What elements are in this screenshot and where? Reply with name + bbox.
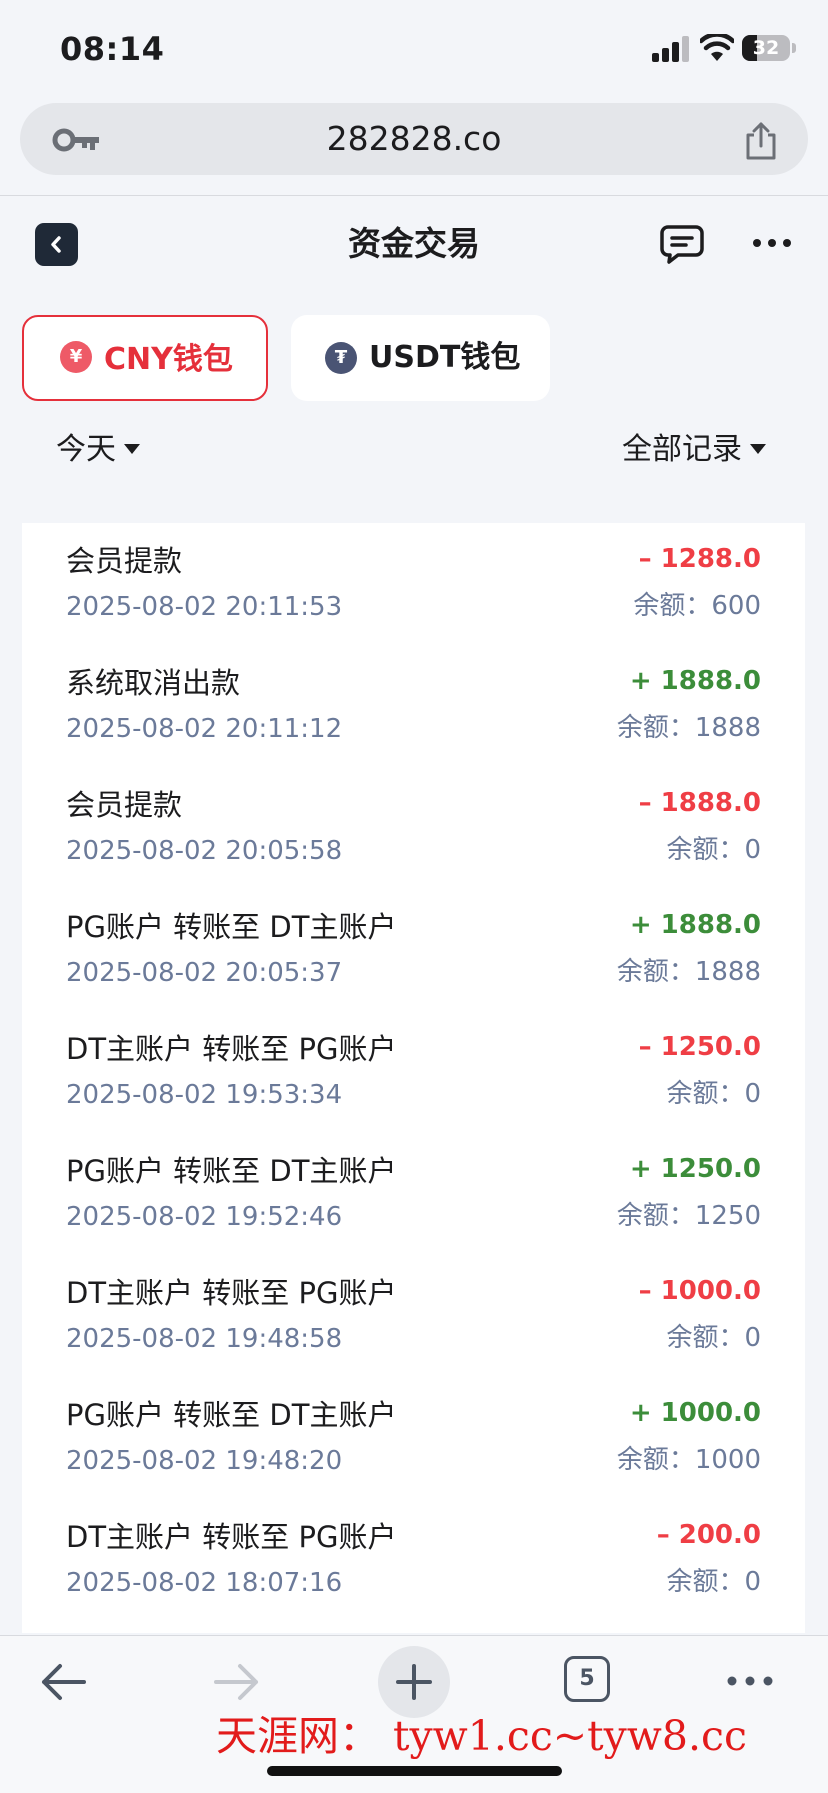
transaction-row[interactable]: 系统取消出款 2025-08-02 20:11:12 + 1888.0 余额：1888 [22,645,805,767]
transaction-row[interactable]: PG账户 转账至 DT主账户 2025-08-02 19:48:20 + 1000.… [22,1377,805,1499]
forward-arrow-icon[interactable] [212,1660,262,1704]
transaction-balance: 余额：600 [633,591,761,621]
transaction-balance: 余额：0 [666,1567,761,1597]
battery-cap [792,43,796,53]
transaction-row[interactable]: DT主账户 转账至 PG账户 2025-08-02 19:53:34 – 1250.… [22,1011,805,1133]
tab-cny-label: CNY钱包 [104,342,233,377]
cellular-signal-icon [652,36,689,62]
tab-cny-wallet[interactable]: ¥ CNY钱包 [22,315,268,401]
tab-usdt-label: USDT钱包 [369,340,521,375]
transaction-amount: – 1888.0 [638,788,761,818]
transaction-balance: 余额：1000 [616,1445,761,1475]
caret-down-icon [750,443,766,454]
transaction-datetime: 2025-08-02 18:07:16 [66,1568,343,1598]
record-type-filter-label: 全部记录 [622,432,742,467]
transaction-amount: – 1000.0 [638,1276,761,1306]
transaction-row[interactable]: 会员提款 2025-08-02 20:05:58 – 1888.0 余额：0 [22,767,805,889]
transaction-balance: 余额：0 [666,1079,761,1109]
transaction-amount: – 1288.0 [638,544,761,574]
transaction-datetime: 2025-08-02 19:52:46 [66,1202,343,1232]
back-arrow-icon[interactable] [38,1660,88,1704]
address-bar[interactable]: 282828.co [20,103,808,175]
wifi-icon [700,34,734,61]
transaction-balance: 余额：1888 [616,957,761,987]
watermark-text: 天涯网： tyw1.cc~tyw8.cc [216,1712,747,1760]
more-options-icon[interactable] [752,236,792,250]
yuan-coin-icon: ¥ [60,341,92,373]
transaction-amount: + 1000.0 [629,1398,761,1428]
transaction-title: PG账户 转账至 DT主账户 [66,1398,397,1432]
transaction-row[interactable]: DT主账户 转账至 PG账户 2025-08-02 19:48:58 – 1000.… [22,1255,805,1377]
transaction-datetime: 2025-08-02 19:48:20 [66,1446,343,1476]
transaction-title: DT主账户 转账至 PG账户 [66,1520,397,1554]
tabs-count-button[interactable]: 5 [564,1656,610,1702]
chat-icon[interactable] [660,224,704,264]
transaction-datetime: 2025-08-02 20:05:58 [66,836,343,866]
home-indicator [267,1766,562,1776]
transaction-amount: + 1888.0 [629,666,761,696]
transaction-list[interactable]: 会员提款 2025-08-02 20:11:53 – 1288.0 余额：600 系统取… [22,523,805,1633]
transaction-row[interactable]: PG账户 转账至 DT主账户 2025-08-02 20:05:37 + 1888.… [22,889,805,1011]
more-menu-icon[interactable] [726,1674,774,1688]
battery-level: 32 [752,37,780,59]
transaction-title: 会员提款 [66,544,183,578]
toolbar-divider [0,195,828,196]
transaction-amount: + 1888.0 [629,910,761,940]
transaction-title: DT主账户 转账至 PG账户 [66,1276,397,1310]
transaction-datetime: 2025-08-02 20:11:53 [66,592,343,622]
transaction-datetime: 2025-08-02 19:53:34 [66,1080,343,1110]
status-time: 08:14 [60,30,165,68]
tether-coin-icon: ₮ [325,342,357,374]
transaction-balance: 余额：0 [666,1323,761,1353]
transaction-row[interactable]: 会员提款 2025-08-02 20:11:53 – 1288.0 余额：600 [22,523,805,645]
transaction-amount: – 1250.0 [638,1032,761,1062]
transaction-balance: 余额：1888 [616,713,761,743]
date-filter-dropdown[interactable]: 今天 [56,428,140,472]
plus-icon [396,1664,432,1700]
battery-icon: 32 [742,35,790,61]
tab-usdt-wallet[interactable]: ₮ USDT钱包 [291,315,550,401]
transaction-title: 系统取消出款 [66,666,241,700]
transaction-row[interactable]: DT主账户 转账至 PG账户 2025-08-02 18:07:16 – 200.0… [22,1499,805,1621]
transaction-balance: 余额：0 [666,835,761,865]
caret-down-icon [124,443,140,454]
transaction-datetime: 2025-08-02 20:05:37 [66,958,343,988]
key-icon[interactable] [52,127,102,153]
transaction-row[interactable]: PG账户 转账至 DT主账户 2025-08-02 19:52:46 + 1250.… [22,1133,805,1255]
transaction-amount: + 1250.0 [629,1154,761,1184]
transaction-datetime: 2025-08-02 19:48:58 [66,1324,343,1354]
record-type-filter-dropdown[interactable]: 全部记录 [622,428,766,472]
url-text[interactable]: 282828.co [20,103,808,175]
share-icon[interactable] [742,121,780,161]
transaction-balance: 余额：1250 [616,1201,761,1231]
date-filter-label: 今天 [56,432,116,467]
transaction-title: DT主账户 转账至 PG账户 [66,1032,397,1066]
transaction-title: PG账户 转账至 DT主账户 [66,1154,397,1188]
transaction-title: 会员提款 [66,788,183,822]
transaction-amount: – 200.0 [656,1520,761,1550]
status-bar: 08:14 32 [0,0,828,100]
transaction-title: PG账户 转账至 DT主账户 [66,910,397,944]
transaction-datetime: 2025-08-02 20:11:12 [66,714,343,744]
